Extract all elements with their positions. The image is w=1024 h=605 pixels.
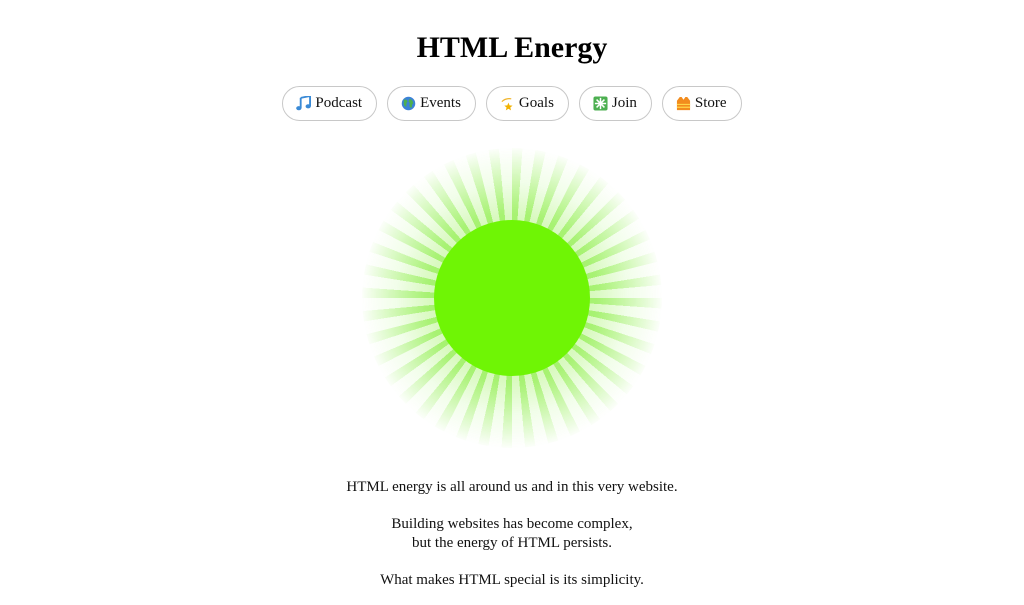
nav-podcast-button[interactable]: Podcast (282, 86, 378, 121)
nav-bar: Podcast Events Goals Join Store (0, 86, 1024, 121)
nav-goals-label: Goals (518, 95, 554, 111)
sparkle-box-icon (593, 96, 608, 111)
intro-text-1: HTML energy is all around us and in this… (346, 479, 678, 495)
nav-store-label: Store (694, 95, 727, 111)
intro-text-4: What makes HTML special is its simplicit… (380, 572, 644, 588)
star-icon (500, 96, 515, 111)
globe-icon (401, 96, 416, 111)
sun-core (434, 220, 590, 376)
page-title: HTML Energy (416, 31, 608, 64)
vest-icon (676, 96, 691, 111)
nav-events-label: Events (420, 95, 461, 111)
nav-goals-button[interactable]: Goals (485, 86, 569, 121)
nav-podcast-label: Podcast (315, 95, 363, 111)
page: HTML Energy Podcast Events Goals Join St… (0, 0, 1024, 605)
nav-events-button[interactable]: Events (387, 86, 476, 121)
nav-join-button[interactable]: Join (578, 86, 652, 121)
energy-sun-graphic (362, 148, 662, 448)
music-note-icon (296, 94, 312, 111)
intro-text-2: Building websites has become complex, (391, 516, 633, 532)
nav-store-button[interactable]: Store (661, 86, 742, 121)
nav-join-label: Join (611, 95, 637, 111)
intro-text-3: but the energy of HTML persists. (412, 535, 612, 551)
